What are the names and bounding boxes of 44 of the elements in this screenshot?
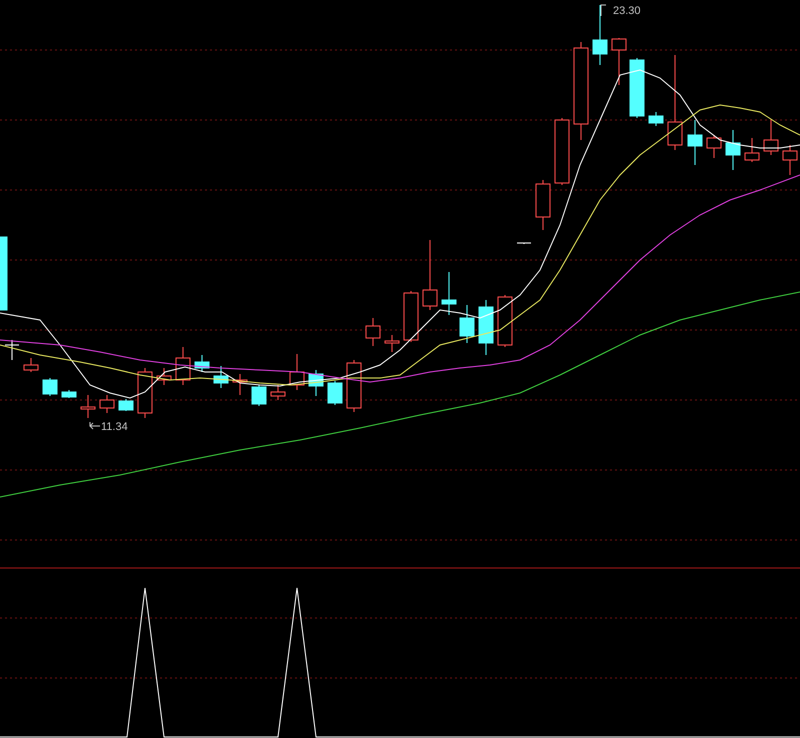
candlestick [4, 340, 20, 360]
candlestick [764, 120, 778, 156]
candlestick [328, 380, 342, 406]
candlestick [176, 346, 190, 386]
candlestick [478, 300, 494, 356]
candlestick [156, 368, 172, 386]
candlestick [24, 358, 38, 372]
candlestick [384, 334, 400, 352]
candlestick [62, 390, 76, 398]
candlestick [726, 130, 740, 170]
candlestick [422, 240, 438, 310]
candlestick [612, 38, 626, 86]
candlestick [554, 118, 570, 186]
leader-line [89, 422, 100, 430]
candlestick [648, 112, 664, 126]
candlestick [498, 294, 512, 348]
candlestick [308, 370, 324, 396]
candlestick [536, 180, 550, 230]
candlestick [80, 394, 96, 418]
candlestick [100, 394, 114, 414]
candlestick [270, 384, 286, 400]
candlestick [194, 354, 210, 372]
candlestick [706, 134, 722, 158]
candlestick [138, 368, 152, 418]
candlestick [42, 378, 58, 396]
high-price-label: 23.30 [613, 5, 641, 17]
candlestick [252, 384, 266, 406]
candlestick [290, 354, 304, 390]
candlestick [366, 318, 380, 346]
candlestick [516, 242, 532, 244]
candlestick [592, 4, 608, 66]
low-price-label: 11.34 [101, 421, 128, 433]
candlestick [442, 272, 456, 316]
candlestick [744, 138, 760, 162]
candlestick [232, 374, 248, 396]
candlestick [346, 360, 362, 412]
leader-line [600, 4, 606, 16]
candlestick [460, 304, 474, 344]
candlestick [688, 120, 702, 166]
candlestick [630, 58, 644, 118]
candlestick [118, 398, 134, 412]
candlestick [404, 290, 418, 342]
candlestick [782, 144, 798, 176]
candlestick [214, 366, 228, 388]
